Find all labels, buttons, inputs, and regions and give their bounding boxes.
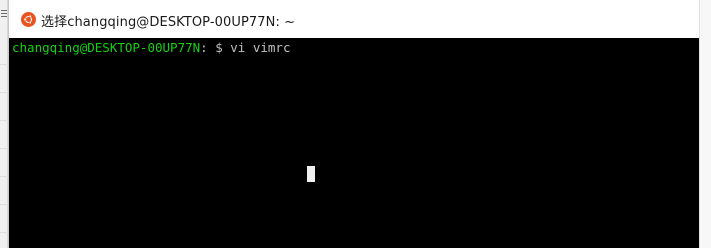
title-bar[interactable]: 选择changqing@DESKTOP-00UP77N: ~ bbox=[9, 0, 700, 38]
prompt-dollar: $ bbox=[215, 40, 223, 55]
ubuntu-icon bbox=[21, 12, 36, 27]
desktop: 选择changqing@DESKTOP-00UP77N: ~ changqing… bbox=[0, 0, 711, 248]
terminal-area[interactable]: changqing@DESKTOP-00UP77N: $ vi vimrc bbox=[9, 38, 700, 248]
prompt-user-host: changqing@DESKTOP-00UP77N bbox=[12, 40, 201, 55]
background-window-edge bbox=[0, 0, 8, 248]
terminal-window[interactable]: 选择changqing@DESKTOP-00UP77N: ~ changqing… bbox=[8, 0, 700, 248]
command-text: vi vimrc bbox=[222, 40, 291, 55]
background-window-right-edge bbox=[699, 0, 711, 248]
window-title: 选择changqing@DESKTOP-00UP77N: ~ bbox=[41, 15, 296, 30]
hamburger-icon bbox=[1, 10, 7, 17]
prompt-line: changqing@DESKTOP-00UP77N: $ vi vimrc bbox=[12, 40, 290, 56]
text-cursor bbox=[307, 166, 315, 182]
prompt-colon: : bbox=[200, 40, 208, 55]
